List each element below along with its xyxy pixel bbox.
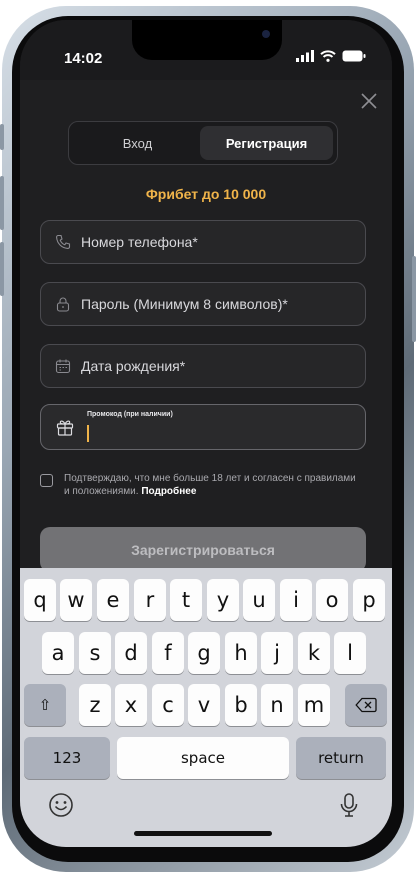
close-icon[interactable] bbox=[358, 90, 380, 112]
volume-down-button bbox=[0, 242, 4, 296]
phone-field[interactable]: Номер телефона* bbox=[40, 220, 366, 264]
status-icons bbox=[296, 50, 366, 62]
microphone-icon[interactable] bbox=[334, 790, 364, 820]
tab-login[interactable]: Вход bbox=[71, 126, 204, 160]
phone-screen: 14:02 Вход Регистрация Фрибет до 10 000 … bbox=[20, 20, 392, 847]
key-t[interactable]: t bbox=[170, 579, 202, 621]
status-time: 14:02 bbox=[64, 50, 103, 67]
numbers-key[interactable]: 123 bbox=[24, 737, 110, 779]
volume-up-button bbox=[0, 176, 4, 230]
key-v[interactable]: v bbox=[188, 684, 220, 726]
power-button bbox=[412, 256, 416, 342]
wifi-icon bbox=[320, 50, 336, 62]
birthdate-placeholder: Дата рождения* bbox=[81, 358, 186, 374]
promo-code-field[interactable]: Промокод (при наличии) bbox=[40, 404, 366, 450]
calendar-icon bbox=[55, 359, 71, 374]
key-h[interactable]: h bbox=[225, 632, 257, 674]
key-j[interactable]: j bbox=[261, 632, 293, 674]
agreement-checkbox[interactable] bbox=[40, 474, 53, 487]
registration-screen: Вход Регистрация Фрибет до 10 000 Номер … bbox=[20, 80, 392, 572]
key-d[interactable]: d bbox=[115, 632, 147, 674]
key-i[interactable]: i bbox=[280, 579, 312, 621]
key-q[interactable]: q bbox=[24, 579, 56, 621]
notch bbox=[132, 20, 282, 60]
key-b[interactable]: b bbox=[225, 684, 257, 726]
shift-key[interactable]: ⇧ bbox=[24, 684, 66, 726]
password-field[interactable]: Пароль (Минимум 8 символов)* bbox=[40, 282, 366, 326]
key-m[interactable]: m bbox=[298, 684, 330, 726]
key-e[interactable]: e bbox=[97, 579, 129, 621]
return-key[interactable]: return bbox=[296, 737, 386, 779]
key-a[interactable]: a bbox=[42, 632, 74, 674]
birthdate-field[interactable]: Дата рождения* bbox=[40, 344, 366, 388]
key-l[interactable]: l bbox=[334, 632, 366, 674]
phone-icon bbox=[56, 234, 71, 249]
key-s[interactable]: s bbox=[79, 632, 111, 674]
register-button[interactable]: Зарегистрироваться bbox=[40, 527, 366, 572]
on-screen-keyboard: q w e r t y u i o p a s d f g h j k l ⇧ … bbox=[20, 568, 392, 847]
key-p[interactable]: p bbox=[353, 579, 385, 621]
lock-icon bbox=[56, 297, 70, 312]
tab-register[interactable]: Регистрация bbox=[200, 126, 333, 160]
text-caret bbox=[87, 425, 89, 442]
home-indicator[interactable] bbox=[134, 831, 272, 836]
key-g[interactable]: g bbox=[188, 632, 220, 674]
key-n[interactable]: n bbox=[261, 684, 293, 726]
agreement-statement: Подтверждаю, что мне больше 18 лет и сог… bbox=[64, 473, 356, 497]
key-k[interactable]: k bbox=[298, 632, 330, 674]
key-x[interactable]: x bbox=[115, 684, 147, 726]
freebet-banner: Фрибет до 10 000 bbox=[145, 186, 267, 202]
side-button bbox=[0, 124, 4, 150]
key-o[interactable]: o bbox=[316, 579, 348, 621]
key-f[interactable]: f bbox=[152, 632, 184, 674]
auth-tabs: Вход Регистрация bbox=[68, 121, 338, 165]
signal-icon bbox=[296, 50, 314, 62]
details-link[interactable]: Подробнее bbox=[141, 486, 196, 497]
emoji-icon[interactable] bbox=[46, 790, 76, 820]
gift-icon bbox=[56, 420, 74, 436]
battery-icon bbox=[342, 50, 366, 62]
backspace-icon bbox=[355, 697, 377, 713]
key-z[interactable]: z bbox=[79, 684, 111, 726]
space-key[interactable]: space bbox=[117, 737, 289, 779]
agreement-text: Подтверждаю, что мне больше 18 лет и сог… bbox=[64, 472, 364, 498]
backspace-key[interactable] bbox=[345, 684, 387, 726]
key-u[interactable]: u bbox=[243, 579, 275, 621]
status-bar: 14:02 bbox=[20, 20, 392, 80]
phone-placeholder: Номер телефона* bbox=[81, 234, 198, 250]
key-y[interactable]: y bbox=[207, 579, 239, 621]
key-c[interactable]: c bbox=[152, 684, 184, 726]
key-r[interactable]: r bbox=[134, 579, 166, 621]
key-w[interactable]: w bbox=[60, 579, 92, 621]
promo-code-label: Промокод (при наличии) bbox=[87, 411, 173, 418]
password-placeholder: Пароль (Минимум 8 символов)* bbox=[81, 296, 288, 312]
camera-icon bbox=[262, 30, 270, 38]
